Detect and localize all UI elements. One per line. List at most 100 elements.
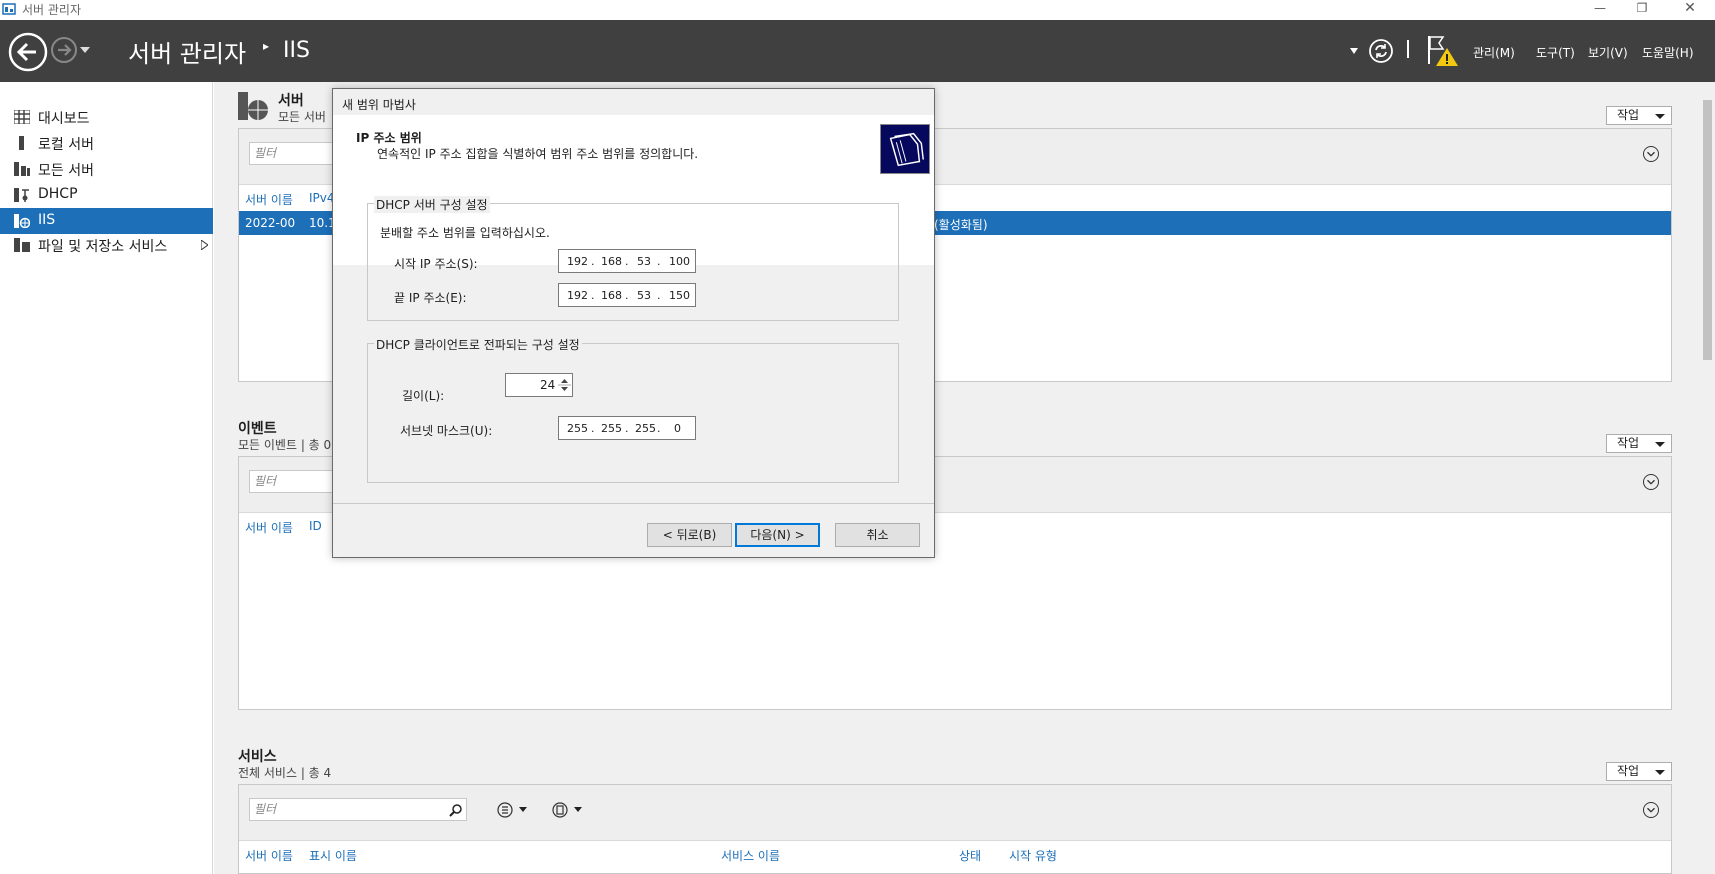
next-button[interactable]: 다음(N) > — [735, 523, 820, 547]
window-titlebar: 서버 관리자 — ❐ ✕ — [0, 0, 1715, 20]
cancel-button[interactable]: 취소 — [835, 523, 920, 547]
column-ipv4[interactable]: IPv4 — [309, 191, 335, 205]
sidebar-item-label: 파일 및 저장소 서비스 — [38, 239, 168, 255]
dropdown-icon — [1655, 442, 1665, 447]
column-id[interactable]: ID — [309, 519, 322, 533]
collapse-chevron-icon[interactable] — [1643, 474, 1659, 490]
length-label: 길이(L): — [402, 389, 445, 403]
sidebar-item-label: 모든 서버 — [38, 163, 94, 179]
ip-octet: 0 — [674, 422, 681, 435]
dashboard-icon — [14, 110, 30, 124]
length-stepper[interactable]: 24 — [505, 373, 573, 397]
iis-icon — [14, 214, 30, 228]
length-value: 24 — [540, 378, 556, 392]
column-server-name[interactable]: 서버 이름 — [245, 847, 293, 864]
column-service-name[interactable]: 서비스 이름 — [721, 847, 780, 864]
close-button[interactable]: ✕ — [1670, 0, 1710, 20]
sidebar: 대시보드 로컬 서버 모든 서버 DHCP IIS 파일 및 저장소 서비스 — [0, 82, 213, 874]
save-query-icon[interactable] — [552, 801, 586, 819]
events-action-button[interactable]: 작업 — [1606, 434, 1672, 453]
sidebar-item-dhcp[interactable]: DHCP — [0, 182, 213, 208]
ip-octet: 255 — [601, 422, 622, 435]
page-title: IIS — [283, 38, 310, 63]
scrollbar-thumb[interactable] — [1703, 100, 1712, 360]
server-manager-icon — [2, 3, 16, 15]
end-ip-label: 끝 IP 주소(E): — [394, 291, 467, 305]
column-server-name[interactable]: 서버 이름 — [245, 191, 293, 208]
list-options-icon[interactable] — [497, 801, 531, 819]
refresh-icon[interactable] — [1368, 38, 1394, 64]
sidebar-item-all-servers[interactable]: 모든 서버 — [0, 156, 213, 182]
forward-arrow-icon[interactable] — [50, 36, 78, 64]
events-title: 이벤트 — [238, 421, 277, 437]
file-storage-icon — [14, 238, 30, 252]
spin-arrows-icon[interactable] — [558, 375, 571, 395]
ip-octet: 192 — [567, 289, 588, 302]
dropdown-icon — [1655, 114, 1665, 119]
ip-octet: 255 — [567, 422, 588, 435]
subnet-mask-input[interactable]: 255 . 255 . 255 . 0 — [558, 416, 696, 440]
history-dropdown-icon[interactable] — [80, 47, 90, 53]
sidebar-item-dashboard[interactable]: 대시보드 — [0, 104, 213, 130]
column-start-type[interactable]: 시작 유형 — [1009, 847, 1057, 864]
ip-dot: . — [657, 255, 661, 268]
sidebar-item-label: 대시보드 — [38, 111, 90, 127]
menu-view[interactable]: 보기(V) — [1588, 44, 1628, 61]
collapse-chevron-icon[interactable] — [1643, 146, 1659, 162]
column-server-name[interactable]: 서버 이름 — [245, 519, 293, 536]
collapse-chevron-icon[interactable] — [1643, 802, 1659, 818]
ip-octet: 192 — [567, 255, 588, 268]
menu-manage[interactable]: 관리(M) — [1473, 44, 1515, 61]
servers-section-icon — [238, 92, 268, 120]
vertical-scrollbar[interactable] — [1700, 82, 1715, 874]
wizard-folder-icon — [880, 124, 930, 174]
minimize-button[interactable]: — — [1580, 0, 1620, 20]
dialog-heading: IP 주소 범위 — [356, 131, 422, 145]
ip-octet: 255 — [635, 422, 656, 435]
menu-help[interactable]: 도움말(H) — [1642, 44, 1694, 61]
dialog-divider — [333, 503, 934, 504]
sidebar-item-iis[interactable]: IIS — [0, 208, 213, 234]
back-button[interactable]: < 뒤로(B) — [647, 523, 732, 547]
services-action-button[interactable]: 작업 — [1606, 762, 1672, 781]
start-ip-input[interactable]: 192 . 168 . 53 . 100 — [558, 249, 696, 273]
ip-octet: 100 — [669, 255, 690, 268]
column-status[interactable]: 상태 — [959, 847, 981, 864]
ip-dot: . — [591, 255, 595, 268]
ip-octet: 53 — [637, 289, 651, 302]
restore-button[interactable]: ❐ — [1622, 0, 1662, 20]
menu-tools[interactable]: 도구(T) — [1536, 44, 1575, 61]
dialog-description: 연속적인 IP 주소 집합을 식별하여 범위 주소 범위를 정의합니다. — [377, 147, 699, 161]
start-ip-label: 시작 IP 주소(S): — [394, 257, 478, 271]
sidebar-item-local-server[interactable]: 로컬 서버 — [0, 130, 213, 156]
ip-dot: . — [625, 255, 629, 268]
server-config-group: DHCP 서버 구성 설정 분배할 주소 범위를 입력하십시오. 시작 IP 주… — [367, 196, 899, 321]
ip-octet: 53 — [637, 255, 651, 268]
search-icon[interactable] — [449, 803, 463, 817]
window-title: 서버 관리자 — [22, 3, 82, 17]
row-status: (활성화됨) — [934, 218, 988, 232]
ip-dot: . — [625, 289, 629, 302]
services-filter-input[interactable]: 필터 — [249, 798, 467, 821]
action-label: 작업 — [1617, 436, 1640, 450]
back-arrow-icon[interactable] — [8, 32, 48, 72]
servers-action-button[interactable]: 작업 — [1606, 106, 1672, 125]
ip-dot: . — [591, 422, 595, 435]
server-config-group-title: DHCP 서버 구성 설정 — [374, 196, 490, 213]
ip-octet: 168 — [601, 289, 622, 302]
events-subtitle: 모든 이벤트 | 총 0 — [238, 438, 332, 452]
end-ip-input[interactable]: 192 . 168 . 53 . 150 — [558, 283, 696, 307]
sidebar-item-file-storage[interactable]: 파일 및 저장소 서비스 — [0, 232, 213, 258]
dhcp-icon — [14, 188, 29, 202]
dropdown-icon — [1655, 770, 1665, 775]
column-display-name[interactable]: 표시 이름 — [309, 847, 357, 864]
sidebar-item-label: 로컬 서버 — [38, 137, 94, 153]
notification-flag-icon[interactable] — [1425, 34, 1459, 68]
action-label: 작업 — [1617, 108, 1640, 122]
services-filter-bar: 필터 — [239, 785, 1671, 841]
ip-dot: . — [625, 422, 629, 435]
ip-octet: 168 — [601, 255, 622, 268]
expand-arrow-icon[interactable] — [201, 240, 208, 250]
action-label: 작업 — [1617, 764, 1640, 778]
refresh-dropdown-icon[interactable] — [1350, 48, 1358, 54]
